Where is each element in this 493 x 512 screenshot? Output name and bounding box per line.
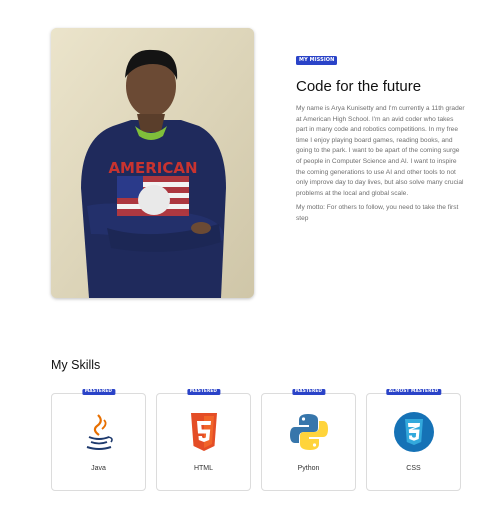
shirt-text: AMERICAN (108, 159, 197, 177)
mission-section: MY MISSION Code for the future My name i… (296, 48, 466, 225)
skill-card-python: MASTERED Python (261, 389, 356, 491)
python-icon (290, 414, 328, 450)
skill-card-css: ALMOST MASTERED CSS (366, 389, 461, 491)
skills-heading: My Skills (51, 358, 101, 372)
skill-badge: MASTERED (81, 389, 116, 395)
skill-name: CSS (406, 465, 421, 472)
skill-badge: MASTERED (186, 389, 221, 395)
mission-title: Code for the future (296, 78, 422, 95)
html5-icon (191, 413, 217, 451)
java-icon (86, 414, 113, 450)
skill-name: HTML (193, 465, 214, 472)
skill-name: Python (297, 465, 320, 472)
skill-badge: MASTERED (291, 389, 326, 395)
mission-body: My name is Arya Kunisetty and I'm curren… (296, 105, 465, 197)
skill-card-html: MASTERED HTML (156, 389, 251, 491)
mission-motto: My motto: For others to follow, you need… (296, 204, 459, 222)
css3-icon (394, 412, 434, 452)
skill-name: Java (91, 465, 106, 472)
skill-card-java: MASTERED Java (51, 389, 146, 491)
mission-badge: MY MISSION (296, 56, 338, 65)
skill-badge: ALMOST MASTERED (385, 389, 442, 395)
profile-photo: AMERICAN (51, 28, 254, 298)
